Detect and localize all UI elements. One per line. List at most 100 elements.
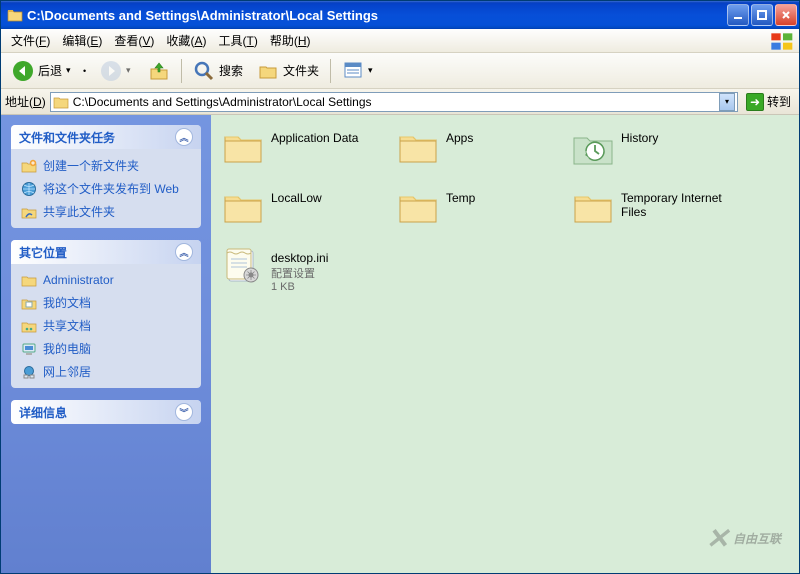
- item-size: 1 KB: [271, 281, 328, 293]
- expand-icon[interactable]: ︾: [175, 403, 193, 421]
- address-input[interactable]: [73, 95, 715, 109]
- new-folder-icon: [21, 158, 37, 174]
- collapse-icon[interactable]: ︽: [175, 128, 193, 146]
- close-button[interactable]: [775, 4, 797, 26]
- file-item[interactable]: desktop.ini配置设置1 KB: [217, 245, 392, 305]
- search-label: 搜索: [219, 62, 243, 79]
- panel-details-header[interactable]: 详细信息 ︾: [11, 400, 201, 424]
- task-link-label: 创建一个新文件夹: [43, 157, 139, 174]
- item-name: LocalLow: [271, 191, 322, 205]
- up-folder-icon: [148, 60, 170, 82]
- views-icon: [342, 60, 364, 82]
- share-folder-icon: [21, 204, 37, 220]
- ini-file-icon: [221, 247, 265, 287]
- address-label: 地址(D): [5, 93, 46, 110]
- folder-icon: [571, 187, 615, 227]
- menu-file[interactable]: 文件(F): [5, 30, 56, 51]
- mycomputer-icon: [21, 341, 37, 357]
- menu-favorites[interactable]: 收藏(A): [160, 30, 212, 51]
- item-name: Apps: [446, 131, 473, 145]
- place-link[interactable]: Administrator: [21, 272, 191, 288]
- place-link[interactable]: 我的文档: [21, 294, 191, 311]
- folder-item[interactable]: LocalLow: [217, 185, 392, 245]
- folder-icon: [396, 187, 440, 227]
- panel-file-tasks: 文件和文件夹任务 ︽ 创建一个新文件夹将这个文件夹发布到 Web 共享此文件夹: [11, 125, 201, 228]
- network-icon: [21, 364, 37, 380]
- folder-icon: [221, 127, 265, 167]
- address-folder-icon: [53, 94, 69, 110]
- item-name: desktop.ini: [271, 251, 328, 265]
- task-link[interactable]: 创建一个新文件夹: [21, 157, 191, 174]
- place-link-label: 共享文档: [43, 317, 91, 334]
- place-link[interactable]: 网上邻居: [21, 363, 191, 380]
- place-link-label: 网上邻居: [43, 363, 91, 380]
- menubar: 文件(F) 编辑(E) 查看(V) 收藏(A) 工具(T) 帮助(H): [1, 29, 799, 53]
- task-link-label: 共享此文件夹: [43, 203, 115, 220]
- forward-dropdown-icon[interactable]: ▾: [126, 65, 134, 76]
- mydocs-icon: [21, 295, 37, 311]
- panel-details: 详细信息 ︾: [11, 400, 201, 424]
- folder-icon: [221, 187, 265, 227]
- menu-edit[interactable]: 编辑(E): [56, 30, 108, 51]
- window-title: C:\Documents and Settings\Administrator\…: [27, 8, 727, 23]
- place-link-label: Administrator: [43, 273, 114, 287]
- panel-details-title: 详细信息: [19, 404, 67, 421]
- views-button[interactable]: ▾: [337, 56, 381, 86]
- up-button[interactable]: [143, 56, 175, 86]
- address-field[interactable]: ▾: [50, 92, 738, 112]
- go-button[interactable]: ➜ 转到: [742, 93, 795, 111]
- panel-file-tasks-header[interactable]: 文件和文件夹任务 ︽: [11, 125, 201, 149]
- forward-icon: [100, 60, 122, 82]
- forward-button[interactable]: ▾: [95, 56, 139, 86]
- back-label: 后退: [38, 62, 62, 79]
- go-label: 转到: [767, 93, 791, 110]
- item-name: Application Data: [271, 131, 358, 145]
- minimize-button[interactable]: [727, 4, 749, 26]
- panel-other-places-title: 其它位置: [19, 244, 67, 261]
- menu-help[interactable]: 帮助(H): [264, 30, 317, 51]
- place-link-label: 我的文档: [43, 294, 91, 311]
- go-arrow-icon: ➜: [746, 93, 764, 111]
- folder-icon: [21, 272, 37, 288]
- search-icon: [193, 60, 215, 82]
- folder-item[interactable]: Temp: [392, 185, 567, 245]
- task-link[interactable]: 共享此文件夹: [21, 203, 191, 220]
- address-dropdown-icon[interactable]: ▾: [719, 93, 735, 111]
- back-extra-dropdown[interactable]: •: [83, 66, 91, 76]
- menu-tools[interactable]: 工具(T): [212, 30, 263, 51]
- collapse-icon[interactable]: ︽: [175, 243, 193, 261]
- folder-item[interactable]: Temporary Internet Files: [567, 185, 742, 245]
- folder-item[interactable]: Apps: [392, 125, 567, 185]
- panel-other-places: 其它位置 ︽ Administrator 我的文档共享文档我的电脑网上邻居: [11, 240, 201, 388]
- windows-flag-icon: [769, 31, 797, 51]
- item-name: Temporary Internet Files: [621, 191, 738, 219]
- watermark-x-icon: ✕: [706, 522, 729, 555]
- folders-icon: [257, 60, 279, 82]
- place-link-label: 我的电脑: [43, 340, 91, 357]
- content-pane[interactable]: Application Data Apps History LocalLow Temp T…: [211, 115, 799, 573]
- place-link[interactable]: 共享文档: [21, 317, 191, 334]
- panel-other-places-header[interactable]: 其它位置 ︽: [11, 240, 201, 264]
- folders-button[interactable]: 文件夹: [252, 56, 324, 86]
- back-button[interactable]: 后退 ▾: [7, 56, 79, 86]
- shared-docs-icon: [21, 318, 37, 334]
- addressbar: 地址(D) ▾ ➜ 转到: [1, 89, 799, 115]
- titlebar: C:\Documents and Settings\Administrator\…: [1, 1, 799, 29]
- watermark: ✕ 自由互联: [706, 522, 781, 555]
- folder-item[interactable]: History: [567, 125, 742, 185]
- task-link[interactable]: 将这个文件夹发布到 Web: [21, 180, 191, 197]
- search-button[interactable]: 搜索: [188, 56, 248, 86]
- item-desc: 配置设置: [271, 265, 328, 281]
- history-folder-icon: [571, 127, 615, 167]
- maximize-button[interactable]: [751, 4, 773, 26]
- item-name: History: [621, 131, 658, 145]
- views-dropdown-icon[interactable]: ▾: [368, 65, 376, 76]
- back-dropdown-icon[interactable]: ▾: [66, 65, 74, 76]
- publish-web-icon: [21, 181, 37, 197]
- place-link[interactable]: 我的电脑: [21, 340, 191, 357]
- folder-icon: [396, 127, 440, 167]
- menu-view[interactable]: 查看(V): [108, 30, 160, 51]
- watermark-text: 自由互联: [733, 530, 781, 547]
- panel-file-tasks-title: 文件和文件夹任务: [19, 129, 115, 146]
- folder-item[interactable]: Application Data: [217, 125, 392, 185]
